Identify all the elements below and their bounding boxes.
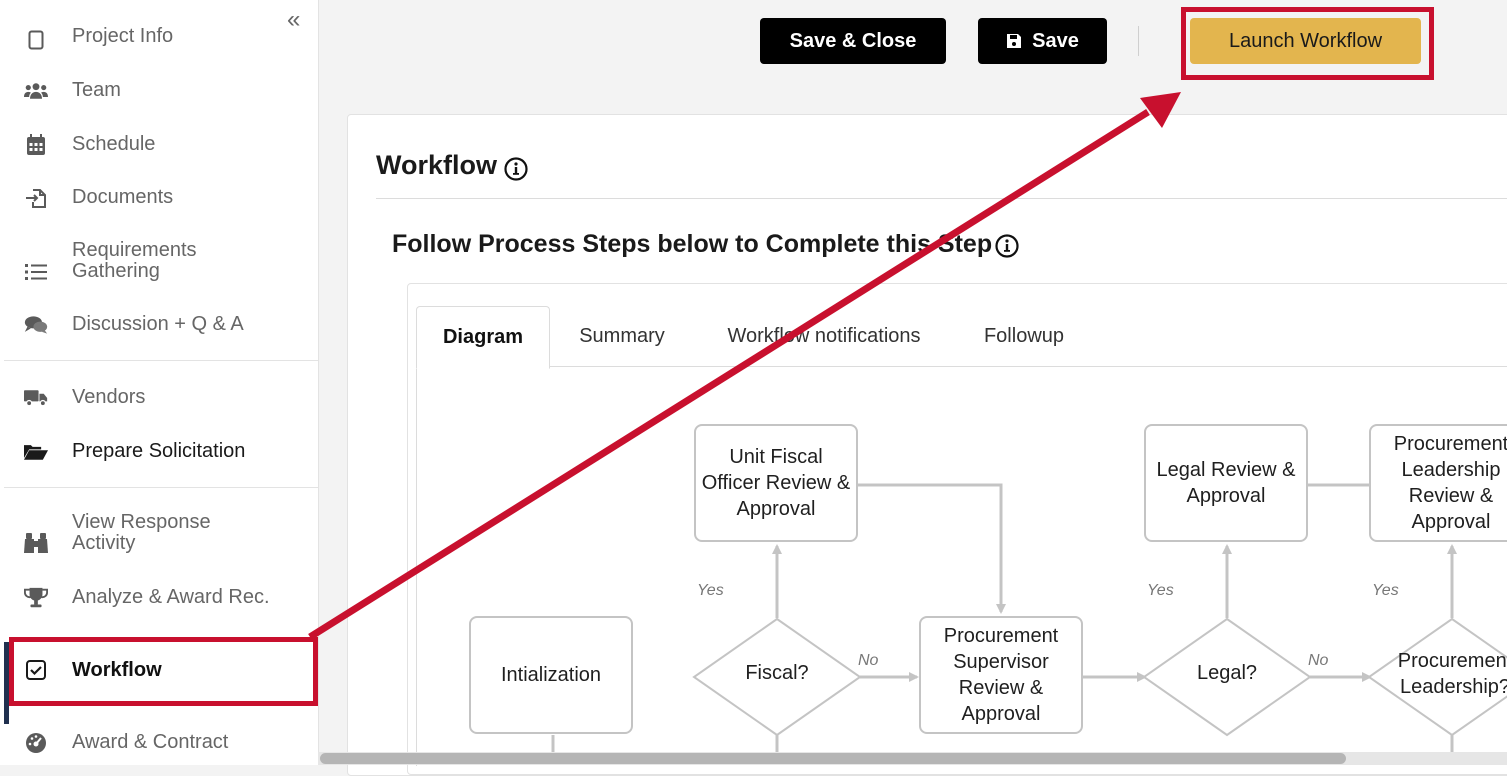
sidebar-item-label: Documents (72, 186, 174, 208)
page-title: Workflow (376, 150, 497, 180)
node-fiscal-decision[interactable]: Fiscal? (717, 662, 837, 685)
tab-diagram[interactable]: Diagram (416, 306, 550, 369)
save-button[interactable]: Save (978, 18, 1107, 64)
info-icon[interactable] (995, 234, 1019, 258)
yes-label: Yes (1372, 582, 1399, 599)
sidebar-item-label: Analyze & Award Rec. (72, 586, 270, 608)
sidebar-item-award-contract[interactable]: Award & Contract (0, 730, 318, 756)
toolbar-separator (1138, 26, 1139, 56)
sidebar-item-requirements[interactable]: Requirements Gathering (0, 240, 318, 284)
no-label: No (1308, 652, 1329, 669)
sidebar-item-label: Discussion + Q & A (72, 313, 244, 335)
sidebar-item-label: Prepare Solicitation (72, 440, 246, 462)
sidebar-item-label: Team (72, 79, 121, 101)
sidebar-item-label: Workflow (72, 659, 162, 681)
sidebar-item-documents[interactable]: Documents (0, 185, 318, 211)
node-procurement-leadership-decision[interactable]: Procurement Leadership? (1375, 648, 1507, 700)
node-fiscal-review[interactable]: Unit Fiscal Officer Review & Approval (694, 424, 858, 542)
sidebar-item-team[interactable]: Team (0, 78, 318, 104)
node-initialization[interactable]: Intialization (469, 616, 633, 734)
check-square-icon (24, 658, 48, 682)
binoculars-icon (24, 532, 48, 556)
sidebar: « Project Info Team Schedule Documents R… (0, 0, 319, 765)
trophy-icon (24, 586, 48, 610)
sidebar-item-label: View Response Activity (72, 511, 211, 554)
yes-label: Yes (1147, 582, 1174, 599)
file-import-icon (24, 186, 48, 210)
sidebar-item-label: Project Info (72, 25, 174, 47)
dashboard-icon (24, 731, 48, 755)
sidebar-item-schedule[interactable]: Schedule (0, 132, 318, 158)
sidebar-item-discussion[interactable]: Discussion + Q & A (0, 312, 318, 338)
file-icon (24, 28, 48, 52)
node-legal-decision[interactable]: Legal? (1167, 662, 1287, 685)
launch-workflow-button[interactable]: Launch Workflow (1190, 18, 1421, 64)
sidebar-item-analyze-award[interactable]: Analyze & Award Rec. (0, 585, 318, 611)
sidebar-item-prepare-solicitation[interactable]: Prepare Solicitation (0, 439, 318, 465)
tabs-divider (548, 366, 1507, 367)
node-procurement-leadership[interactable]: Procurement Leadership Review & Approval (1369, 424, 1507, 542)
tab-content-border (416, 366, 417, 766)
sidebar-item-project-info[interactable]: Project Info (0, 25, 318, 52)
save-icon (1006, 33, 1022, 49)
users-icon (24, 79, 48, 103)
sidebar-item-view-response[interactable]: View Response Activity (0, 512, 318, 556)
save-close-button[interactable]: Save & Close (760, 18, 946, 64)
calendar-icon (24, 133, 48, 157)
yes-label: Yes (697, 582, 724, 599)
tab-workflow-notifications[interactable]: Workflow notifications (700, 306, 948, 366)
node-procurement-supervisor[interactable]: Procurement Supervisor Review & Approval (919, 616, 1083, 734)
folder-open-icon (24, 440, 48, 464)
tab-summary[interactable]: Summary (560, 306, 684, 366)
sidebar-item-label: Requirements Gathering (72, 239, 197, 282)
scrollbar-thumb[interactable] (320, 753, 1346, 764)
section-subtitle: Follow Process Steps below to Complete t… (392, 230, 993, 258)
truck-icon (24, 386, 48, 410)
sidebar-divider (4, 487, 318, 488)
list-icon (24, 260, 48, 284)
no-label: No (858, 652, 879, 669)
sidebar-item-vendors[interactable]: Vendors (0, 385, 318, 411)
title-divider (376, 198, 1507, 199)
comments-icon (24, 313, 48, 337)
info-icon[interactable] (504, 157, 528, 181)
sidebar-item-label: Vendors (72, 386, 146, 408)
sidebar-item-label: Schedule (72, 133, 156, 155)
sidebar-item-workflow[interactable]: Workflow (0, 658, 318, 684)
sidebar-divider (4, 360, 318, 361)
sidebar-item-label: Award & Contract (72, 731, 229, 753)
node-legal-review[interactable]: Legal Review & Approval (1144, 424, 1308, 542)
tab-followup[interactable]: Followup (966, 306, 1082, 366)
